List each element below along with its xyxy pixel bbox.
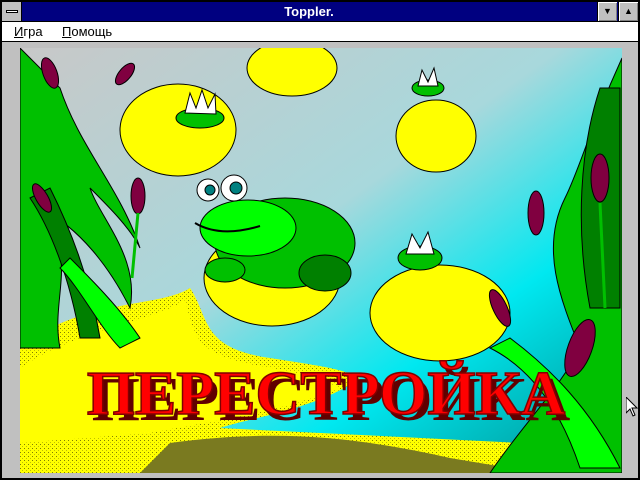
window-title: Toppler. [284,4,334,19]
minimize-button[interactable]: ▼ [597,2,617,21]
menu-game[interactable]: Игра [14,24,43,39]
game-title-caption: ПЕРЕСТРОЙКА [87,360,566,428]
game-client-area: ПЕРЕСТРОЙКА ПЕРЕСТРОЙКА [2,43,638,478]
mouse-pointer-icon [626,397,638,417]
menu-bar: Игра Помощь [2,22,638,42]
title-splash-scene[interactable]: ПЕРЕСТРОЙКА ПЕРЕСТРОЙКА [20,48,622,473]
system-menu-icon [6,10,18,13]
menu-help[interactable]: Помощь [62,24,112,39]
maximize-button[interactable]: ▲ [618,2,638,21]
app-window: Toppler. ▼ ▲ Игра Помощь ПЕРЕСТРОЙКА ПЕР… [0,0,640,480]
system-menu-button[interactable] [2,2,22,21]
title-bar[interactable]: Toppler. ▼ ▲ [2,2,638,22]
